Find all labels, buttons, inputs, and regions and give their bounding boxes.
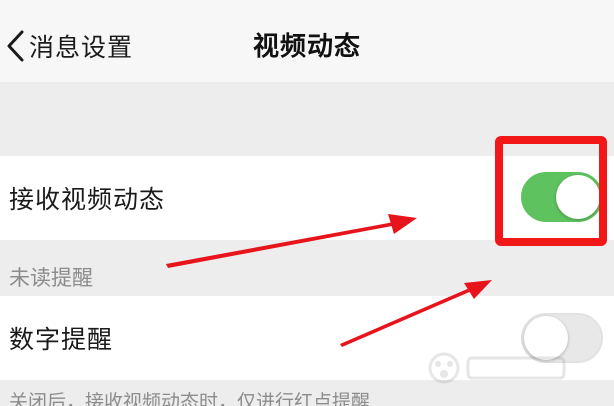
switch-knob [556,175,600,219]
screen: 消息设置 视频动态 接收视频动态 未读提醒 数字提醒 关闭后，接收视频动态时，仅… [0,0,614,406]
number-reminder-switch[interactable] [521,313,603,363]
number-reminder-label: 数字提醒 [9,325,114,354]
footer-note: 关闭后，接收视频动态时，仅进行红点提醒 [9,391,371,406]
page-title: 视频动态 [252,32,361,62]
navigation-bar: 消息设置 视频动态 [0,0,614,82]
receive-video-updates-switch[interactable] [521,172,603,222]
receive-video-updates-label: 接收视频动态 [9,185,166,214]
unread-reminder-section-label: 未读提醒 [9,266,93,290]
switch-knob [524,316,568,360]
